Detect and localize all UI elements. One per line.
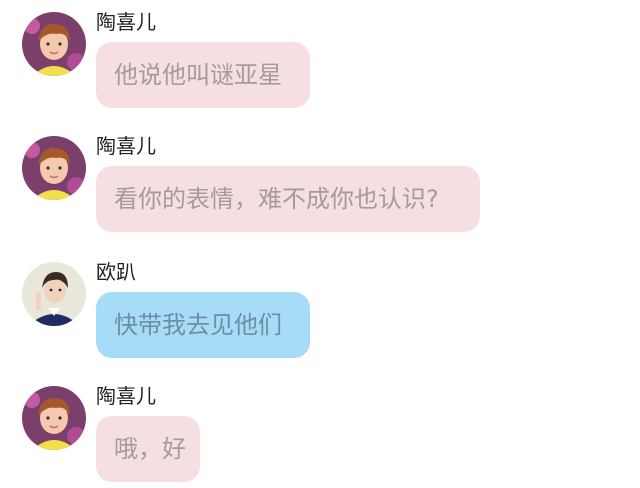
chat-message: 欧趴 快带我去见他们 bbox=[0, 258, 640, 368]
girl-avatar[interactable] bbox=[22, 12, 86, 76]
sender-name: 欧趴 bbox=[96, 260, 136, 284]
girl-avatar[interactable] bbox=[22, 136, 86, 200]
message-bubble[interactable]: 看你的表情，难不成你也认识? bbox=[96, 166, 480, 232]
chat-message: 陶喜儿 看你的表情，难不成你也认识? bbox=[0, 132, 640, 242]
message-bubble[interactable]: 哦，好 bbox=[96, 416, 200, 482]
chat-message: 陶喜儿 他说他叫谜亚星 bbox=[0, 8, 640, 118]
message-bubble[interactable]: 他说他叫谜亚星 bbox=[96, 42, 310, 108]
chat-message: 陶喜儿 哦，好 bbox=[0, 382, 640, 488]
sender-name: 陶喜儿 bbox=[96, 134, 156, 158]
boy-avatar[interactable] bbox=[22, 262, 86, 326]
sender-name: 陶喜儿 bbox=[96, 10, 156, 34]
girl-avatar[interactable] bbox=[22, 386, 86, 450]
sender-name: 陶喜儿 bbox=[96, 384, 156, 408]
message-bubble[interactable]: 快带我去见他们 bbox=[96, 292, 310, 358]
